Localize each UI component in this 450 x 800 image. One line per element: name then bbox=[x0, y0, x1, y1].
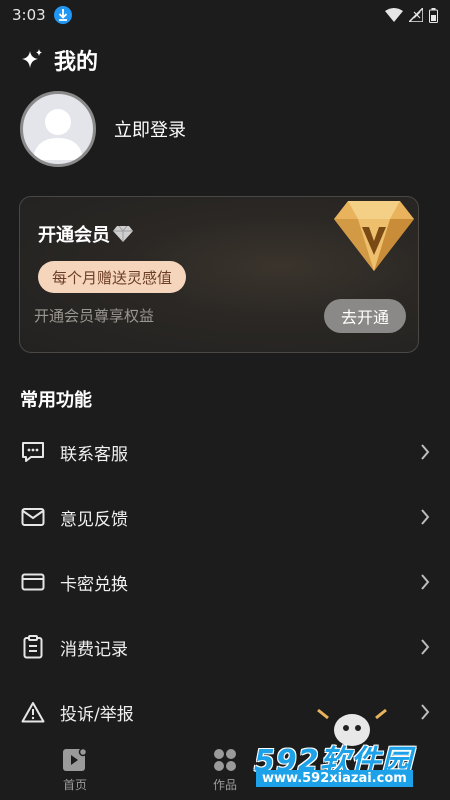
menu-item-label: 消费记录 bbox=[60, 639, 128, 660]
page-header: 我的 bbox=[20, 44, 98, 76]
menu-item-contact-service[interactable]: 联系客服 bbox=[0, 424, 450, 480]
signal-icon bbox=[409, 8, 423, 22]
tab-label: 首页 bbox=[62, 778, 87, 792]
menu-item-feedback[interactable]: 意见反馈 bbox=[0, 489, 450, 545]
grid-icon bbox=[214, 749, 236, 771]
page-title: 我的 bbox=[54, 50, 99, 75]
vip-title-row: 开通会员 bbox=[38, 221, 133, 247]
chevron-right-icon bbox=[421, 639, 430, 655]
battery-icon bbox=[429, 7, 438, 23]
profile-row[interactable]: 立即登录 bbox=[20, 91, 186, 167]
menu-item-label: 投诉/举报 bbox=[60, 704, 134, 725]
warning-icon bbox=[20, 699, 46, 725]
vip-benefit-badge: 每个月赠送灵感值 bbox=[38, 261, 187, 293]
status-time: 3:03 bbox=[12, 6, 46, 24]
open-vip-button[interactable]: 去开通 bbox=[324, 299, 406, 333]
card-icon bbox=[20, 569, 46, 595]
diamond-icon bbox=[113, 226, 133, 242]
watermark: 592软件园 www.592xiazai.com bbox=[250, 706, 450, 800]
download-icon bbox=[53, 6, 72, 24]
vip-card[interactable]: 开通会员 每个月赠送灵感值 开通会员尊享权益 去开通 bbox=[19, 196, 419, 353]
section-title: 常用功能 bbox=[20, 390, 92, 411]
video-icon bbox=[63, 748, 88, 771]
clipboard-icon bbox=[20, 634, 46, 660]
menu-item-spending-records[interactable]: 消费记录 bbox=[0, 619, 450, 675]
user-icon bbox=[33, 109, 83, 160]
vip-description: 开通会员尊享权益 bbox=[34, 307, 155, 325]
tab-label: 作品 bbox=[212, 778, 237, 792]
tab-home[interactable]: 首页 bbox=[0, 740, 150, 800]
watermark-url: www.592xiazai.com bbox=[256, 770, 413, 787]
login-link[interactable]: 立即登录 bbox=[114, 116, 186, 142]
sparkle-icon bbox=[22, 49, 42, 68]
menu-item-card-redeem[interactable]: 卡密兑换 bbox=[0, 554, 450, 610]
status-bar: 3:03 bbox=[0, 0, 450, 30]
menu-item-label: 卡密兑换 bbox=[60, 574, 128, 595]
chevron-right-icon bbox=[421, 574, 430, 590]
menu-item-label: 联系客服 bbox=[60, 444, 128, 465]
vip-gem-icon bbox=[334, 201, 414, 271]
wifi-icon bbox=[385, 8, 403, 22]
chat-icon bbox=[20, 439, 46, 465]
mail-icon bbox=[20, 504, 46, 530]
vip-title: 开通会员 bbox=[38, 225, 110, 246]
avatar[interactable] bbox=[20, 91, 96, 167]
menu-item-label: 意见反馈 bbox=[60, 509, 128, 530]
chevron-right-icon bbox=[421, 509, 430, 525]
chevron-right-icon bbox=[421, 444, 430, 460]
status-icons bbox=[385, 7, 438, 23]
